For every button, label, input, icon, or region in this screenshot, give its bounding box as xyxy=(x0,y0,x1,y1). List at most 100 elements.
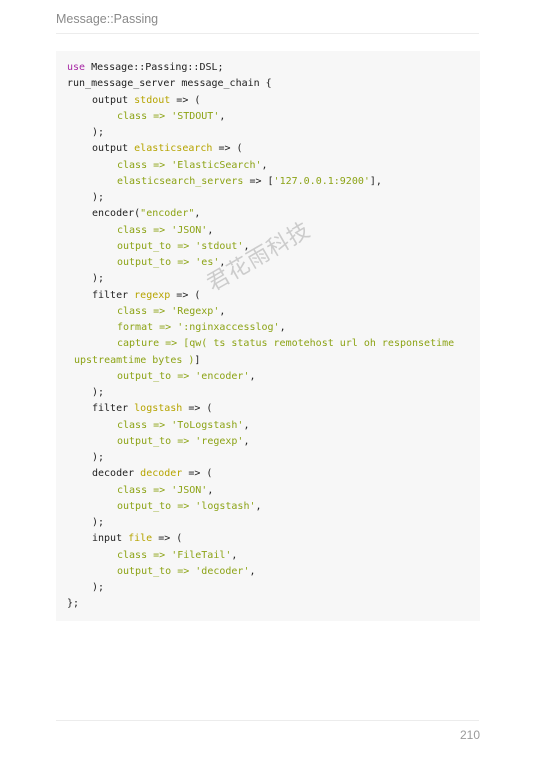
code-identifier: elasticsearch xyxy=(134,143,213,155)
code-line: format => ':nginxaccesslog', xyxy=(67,320,454,336)
code-string: 'es' xyxy=(195,257,220,268)
code-text: output_to => xyxy=(117,240,196,252)
code-string: 'STDOUT' xyxy=(171,110,220,122)
code-string: upstreamtime bytes ) xyxy=(74,354,195,366)
code-string: ':nginxaccesslog' xyxy=(177,322,280,333)
code-text: , xyxy=(194,208,201,220)
code-line: class => 'Regexp', xyxy=(67,304,454,320)
code-identifier: logstash xyxy=(134,403,183,415)
code-line: class => 'ToLogstash', xyxy=(67,418,454,434)
code-keyword: use xyxy=(67,62,86,73)
code-line: upstreamtime bytes )] xyxy=(67,353,454,369)
code-text: class => xyxy=(117,224,172,236)
code-block: use Message::Passing::DSL; run_message_se… xyxy=(56,51,480,621)
code-string: qw( ts status remotehost url oh response… xyxy=(189,338,455,350)
code-text: format => xyxy=(117,322,178,333)
code-listing: use Message::Passing::DSL; run_message_se… xyxy=(67,60,454,613)
code-line: input file => ( xyxy=(67,531,454,547)
code-string: 'regexp' xyxy=(195,435,244,447)
code-text: , xyxy=(207,484,214,496)
code-text: class => xyxy=(117,305,172,317)
code-identifier: elasticsearch_servers xyxy=(117,175,244,187)
code-text: ); xyxy=(92,452,105,463)
code-string: 'ElasticSearch' xyxy=(171,159,262,171)
footer-divider xyxy=(56,720,479,721)
code-line: use Message::Passing::DSL; xyxy=(67,60,454,76)
code-line: class => 'JSON', xyxy=(67,223,454,239)
code-text: , xyxy=(249,565,256,577)
code-text: ); xyxy=(92,582,105,593)
code-text: , xyxy=(219,305,226,317)
code-line: run_message_server message_chain { xyxy=(67,76,454,92)
code-text: , xyxy=(249,370,256,382)
code-line: output_to => 'es', xyxy=(67,255,454,271)
code-text: ); xyxy=(92,127,105,138)
code-text: , xyxy=(207,224,214,236)
code-text: filter xyxy=(92,403,135,415)
code-line: output_to => 'encoder', xyxy=(67,369,454,385)
code-text: => ( xyxy=(182,468,213,480)
code-text: input xyxy=(92,533,129,545)
code-line: encoder("encoder", xyxy=(67,206,454,222)
code-text: output xyxy=(92,143,135,155)
code-line: output_to => 'stdout', xyxy=(67,239,454,255)
code-string: 'JSON' xyxy=(171,224,208,236)
code-text: , xyxy=(279,322,286,333)
code-text: ); xyxy=(92,387,105,398)
code-identifier: decoder xyxy=(140,468,183,480)
code-line: elasticsearch_servers => ['127.0.0.1:920… xyxy=(67,174,454,190)
code-string: '127.0.0.1:9200' xyxy=(273,175,370,187)
code-text: , xyxy=(243,435,250,447)
code-string: 'Regexp' xyxy=(171,305,220,317)
code-text: output xyxy=(92,94,135,106)
code-string: 'JSON' xyxy=(171,484,208,496)
code-text: output_to => xyxy=(117,257,196,268)
code-text: , xyxy=(243,240,250,252)
code-text: ); xyxy=(92,273,105,285)
code-text: class => xyxy=(117,549,172,561)
code-text: , xyxy=(243,419,250,431)
code-text: => ( xyxy=(170,289,201,301)
code-string: 'stdout' xyxy=(195,240,244,252)
code-string: "encoder" xyxy=(140,208,195,220)
code-line: output_to => 'decoder', xyxy=(67,564,454,580)
code-line: ); xyxy=(67,271,454,287)
code-line: ); xyxy=(67,515,454,531)
code-text: , xyxy=(219,257,226,268)
page-number: 210 xyxy=(459,728,480,742)
code-text: ); xyxy=(92,192,105,203)
code-string: 'encoder' xyxy=(195,370,250,382)
code-identifier: file xyxy=(128,533,153,545)
code-text: class => xyxy=(117,159,172,171)
code-text: => ( xyxy=(182,403,213,415)
code-line: output_to => 'regexp', xyxy=(67,434,454,450)
code-line: class => 'STDOUT', xyxy=(67,109,454,125)
code-text: class => xyxy=(117,484,172,496)
code-text: , xyxy=(255,500,262,512)
code-text: output_to => xyxy=(117,435,196,447)
code-line: output_to => 'logstash', xyxy=(67,499,454,515)
code-line: capture => [qw( ts status remotehost url… xyxy=(67,336,454,352)
code-line: output stdout => ( xyxy=(67,93,454,109)
code-text: capture => [ xyxy=(117,338,190,350)
code-text: output_to => xyxy=(117,500,196,512)
code-text: => [ xyxy=(243,175,274,187)
code-text: Message::Passing::DSL; xyxy=(85,62,224,73)
code-text: ], xyxy=(369,175,382,187)
code-string: 'decoder' xyxy=(195,565,250,577)
code-identifier: regexp xyxy=(134,289,171,301)
code-line: ); xyxy=(67,125,454,141)
code-string: 'FileTail' xyxy=(171,549,232,561)
code-text: , xyxy=(261,159,268,171)
code-string: 'logstash' xyxy=(195,500,256,512)
code-text: ] xyxy=(194,354,201,366)
code-line: ); xyxy=(67,385,454,401)
code-line: }; xyxy=(67,596,454,612)
code-text: filter xyxy=(92,289,135,301)
code-text: ); xyxy=(92,517,105,528)
code-line: ); xyxy=(67,190,454,206)
code-string: 'ToLogstash' xyxy=(171,419,244,431)
code-line: class => 'FileTail', xyxy=(67,548,454,564)
code-line: class => 'JSON', xyxy=(67,483,454,499)
code-text: encoder( xyxy=(92,208,141,220)
